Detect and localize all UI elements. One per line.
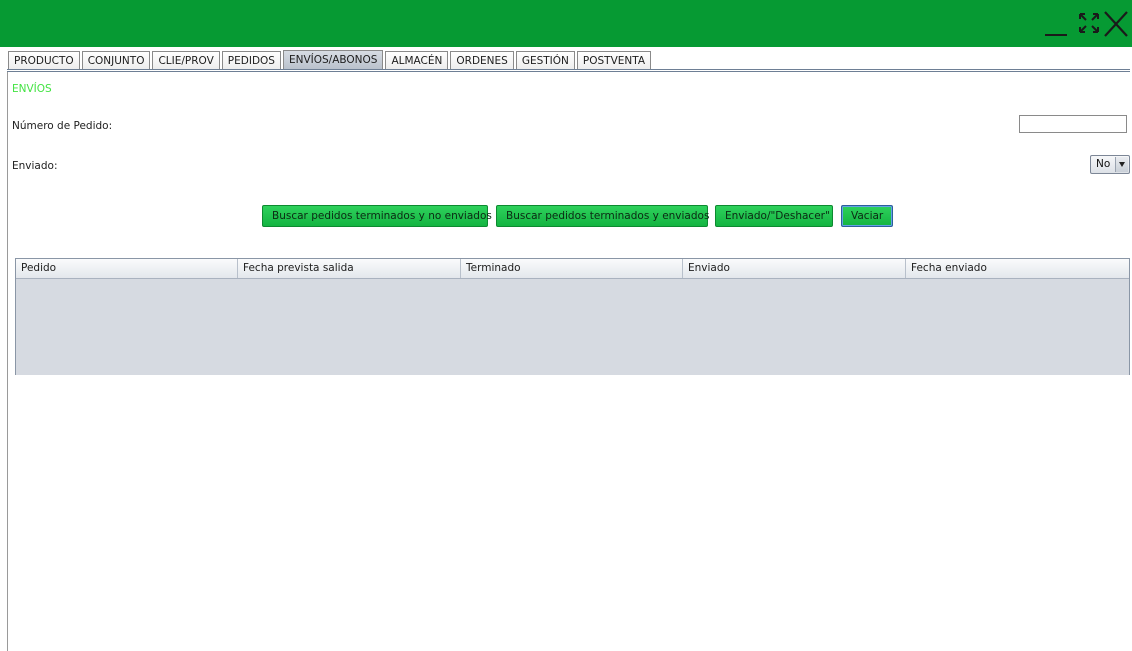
table-body[interactable] <box>16 279 1129 375</box>
column-header-enviado[interactable]: Enviado <box>683 259 906 278</box>
buscar-no-enviados-button[interactable]: Buscar pedidos terminados y no enviados <box>262 205 492 227</box>
minimize-icon <box>1045 34 1067 36</box>
enviado-deshacer-button[interactable]: Enviado/"Deshacer" <box>715 205 833 227</box>
tab-pedidos[interactable]: PEDIDOS <box>221 51 281 70</box>
maximize-icon <box>1079 13 1099 33</box>
column-header-pedido[interactable]: Pedido <box>16 259 238 278</box>
tab-almacen[interactable]: ALMACÉN <box>385 51 449 70</box>
tab-producto[interactable]: PRODUCTO <box>8 51 80 70</box>
chevron-down-icon <box>1115 157 1128 172</box>
tab-ordenes[interactable]: ORDENES <box>450 51 514 70</box>
vaciar-button[interactable]: Vaciar <box>841 205 893 227</box>
tab-gestion[interactable]: GESTIÓN <box>515 51 575 70</box>
tab-divider-lower <box>7 71 1130 72</box>
buscar-enviados-button[interactable]: Buscar pedidos terminados y enviados <box>496 205 709 227</box>
enviado-label: Enviado: <box>12 160 58 172</box>
main-tab-strip: PRODUCTO CONJUNTO CLIE/PROV PEDIDOS ENVÍ… <box>8 50 653 70</box>
panel-left-border <box>7 72 8 651</box>
numero-pedido-label: Número de Pedido: <box>12 120 113 132</box>
table-header: Pedido Fecha prevista salida Terminado E… <box>16 259 1129 279</box>
numero-pedido-input[interactable] <box>1019 115 1127 133</box>
column-header-terminado[interactable]: Terminado <box>461 259 683 278</box>
tab-divider <box>7 69 1130 70</box>
close-icon <box>1104 11 1128 37</box>
maximize-button[interactable] <box>1078 6 1100 40</box>
column-header-fecha-prevista-salida[interactable]: Fecha prevista salida <box>238 259 461 278</box>
app-window: PRODUCTO CONJUNTO CLIE/PROV PEDIDOS ENVÍ… <box>0 0 1132 651</box>
tab-conjunto[interactable]: CONJUNTO <box>81 51 151 70</box>
tab-envios-abonos[interactable]: ENVÍOS/ABONOS <box>282 50 384 70</box>
column-header-fecha-enviado[interactable]: Fecha enviado <box>906 259 1129 278</box>
minimize-button[interactable] <box>1044 6 1070 40</box>
enviado-selected-value: No <box>1096 158 1111 170</box>
title-bar <box>0 0 1132 47</box>
tab-clie-prov[interactable]: CLIE/PROV <box>152 51 220 70</box>
tab-postventa[interactable]: POSTVENTA <box>576 51 652 70</box>
close-button[interactable] <box>1102 6 1130 40</box>
section-title: ENVÍOS <box>12 83 52 95</box>
envios-table: Pedido Fecha prevista salida Terminado E… <box>15 258 1130 375</box>
enviado-select[interactable]: No <box>1090 155 1130 174</box>
